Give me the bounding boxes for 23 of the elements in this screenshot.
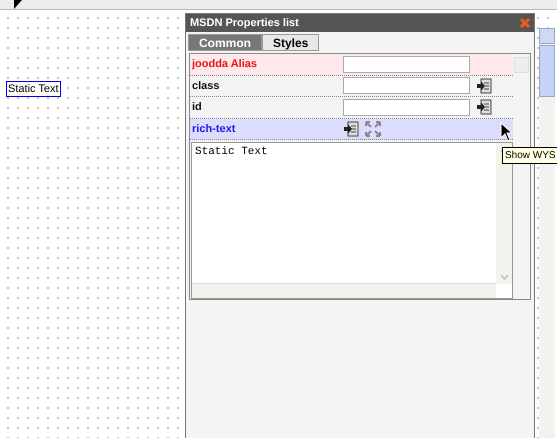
- horizontal-scrollbar[interactable]: [192, 282, 496, 298]
- editor-text: Static Text: [194, 145, 269, 160]
- property-label: rich-text: [192, 122, 236, 135]
- scroll-thumb[interactable]: [539, 45, 555, 97]
- input-field[interactable]: [343, 98, 470, 116]
- expand-icon[interactable]: [365, 120, 381, 137]
- property-label: id: [192, 101, 203, 114]
- property-label: joodda Alias: [192, 58, 258, 70]
- triangle-icon: [14, 0, 22, 9]
- cursor-icon: [500, 122, 514, 142]
- import-icon[interactable]: [476, 99, 492, 116]
- scroll-down-icon[interactable]: [500, 274, 508, 280]
- panel-title: MSDN Properties list: [190, 17, 299, 29]
- import-icon[interactable]: [343, 120, 359, 137]
- input-field[interactable]: [343, 56, 470, 73]
- close-icon[interactable]: [520, 18, 530, 28]
- property-label: class: [192, 80, 221, 92]
- tab[interactable]: Styles: [262, 34, 320, 51]
- tooltip: Show WYS: [502, 147, 557, 164]
- import-icon[interactable]: [476, 78, 492, 94]
- static-text-widget[interactable]: Static Text: [6, 81, 61, 97]
- tab[interactable]: Common: [188, 34, 262, 51]
- input-field[interactable]: [343, 77, 470, 94]
